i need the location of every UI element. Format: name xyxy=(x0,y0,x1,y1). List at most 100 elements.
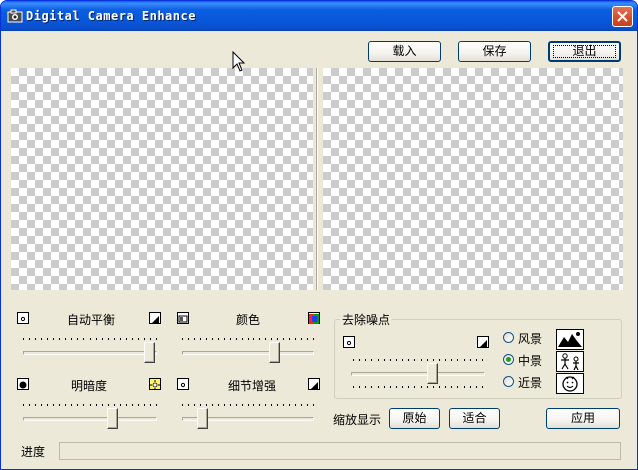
tick-mark xyxy=(144,338,145,340)
tick-mark xyxy=(224,338,225,340)
title-bar[interactable]: Digital Camera Enhance xyxy=(1,1,637,31)
landscape-icon[interactable] xyxy=(556,329,584,350)
tick-mark xyxy=(83,404,84,406)
tick-mark xyxy=(218,338,219,340)
tick-mark xyxy=(71,338,72,340)
save-button[interactable]: 保存 xyxy=(458,41,531,62)
color-track[interactable] xyxy=(182,351,314,355)
closeup-radio[interactable] xyxy=(503,376,514,387)
tick-mark xyxy=(253,338,254,340)
tick-mark xyxy=(283,338,284,340)
denoise-slider[interactable] xyxy=(427,363,439,384)
tick-mark xyxy=(470,359,471,361)
brightness-label: 明暗度 xyxy=(71,379,108,393)
tick-mark xyxy=(482,386,483,388)
brightness-track[interactable] xyxy=(23,417,157,421)
close-icon xyxy=(617,11,628,22)
tick-mark xyxy=(90,404,91,406)
brightness-min-icon xyxy=(17,378,29,390)
tick-mark xyxy=(378,359,379,361)
tick-mark xyxy=(295,404,296,406)
face-icon[interactable] xyxy=(556,373,584,394)
tick-mark xyxy=(378,386,379,388)
tick-mark xyxy=(259,404,260,406)
tick-mark xyxy=(433,386,434,388)
tick-mark xyxy=(144,404,145,406)
tick-mark xyxy=(120,338,121,340)
tick-mark xyxy=(126,404,127,406)
landscape-radio[interactable] xyxy=(503,332,514,343)
detail-enhance-slider[interactable] xyxy=(196,408,208,429)
tick-mark xyxy=(53,404,54,406)
tick-mark xyxy=(77,338,78,340)
tick-mark xyxy=(295,338,296,340)
tick-mark xyxy=(236,338,237,340)
tick-mark xyxy=(277,338,278,340)
tick-mark xyxy=(35,338,36,340)
tick-mark xyxy=(138,338,139,340)
tick-mark xyxy=(283,404,284,406)
tick-mark xyxy=(353,386,354,388)
color-ticks-top xyxy=(182,338,314,341)
tick-mark xyxy=(242,338,243,340)
denoise-group-title: 去除噪点 xyxy=(340,311,393,328)
closeup-radio-label[interactable]: 近景 xyxy=(518,374,542,391)
tick-mark xyxy=(371,359,372,361)
people-icon[interactable] xyxy=(556,351,584,372)
close-button[interactable] xyxy=(612,6,633,27)
tick-mark xyxy=(439,386,440,388)
auto-balance-slider[interactable] xyxy=(143,342,155,363)
tick-mark xyxy=(265,404,266,406)
tick-mark xyxy=(396,359,397,361)
auto-balance-track[interactable] xyxy=(23,351,157,355)
load-button[interactable]: 载入 xyxy=(368,41,441,62)
tick-mark xyxy=(390,359,391,361)
zoom-fit-label: 适合 xyxy=(462,411,487,425)
tick-mark xyxy=(433,359,434,361)
enhanced-image-pane[interactable] xyxy=(323,68,623,290)
tick-mark xyxy=(212,338,213,340)
midrange-radio[interactable] xyxy=(503,354,514,365)
apply-button[interactable]: 应用 xyxy=(546,408,620,429)
original-image-pane[interactable] xyxy=(11,68,313,290)
exit-button[interactable]: 退出 xyxy=(548,41,621,62)
detail-min-icon xyxy=(177,378,189,390)
auto-balance-ticks-top xyxy=(23,338,157,341)
brightness-slider[interactable] xyxy=(106,408,118,429)
zoom-fit-button[interactable]: 适合 xyxy=(449,408,500,429)
window-title: Digital Camera Enhance xyxy=(26,9,196,23)
tick-mark xyxy=(248,338,249,340)
tick-mark xyxy=(230,338,231,340)
tick-mark xyxy=(59,404,60,406)
tick-mark xyxy=(53,338,54,340)
tick-mark xyxy=(451,386,452,388)
tick-mark xyxy=(41,338,42,340)
tick-mark xyxy=(77,404,78,406)
tick-mark xyxy=(47,404,48,406)
brightness-ticks-top xyxy=(23,404,157,407)
tick-mark xyxy=(464,386,465,388)
tick-mark xyxy=(230,404,231,406)
pane-divider xyxy=(316,68,318,290)
tick-mark xyxy=(414,386,415,388)
tick-mark xyxy=(242,404,243,406)
tick-mark xyxy=(482,359,483,361)
tick-mark xyxy=(41,404,42,406)
auto-balance-label: 自动平衡 xyxy=(67,313,116,327)
tick-mark xyxy=(476,359,477,361)
midrange-radio-label[interactable]: 中景 xyxy=(518,352,542,369)
tick-mark xyxy=(365,359,366,361)
tick-mark xyxy=(65,338,66,340)
apply-button-label: 应用 xyxy=(570,411,595,425)
landscape-radio-label[interactable]: 风景 xyxy=(518,330,542,347)
zoom-original-button[interactable]: 原始 xyxy=(389,408,440,429)
tick-mark xyxy=(427,386,428,388)
app-window: Digital Camera Enhance 载入 保存 退出 自动平衡 颜色 xyxy=(0,0,638,470)
tick-mark xyxy=(457,386,458,388)
tick-mark xyxy=(253,404,254,406)
denoise-track[interactable] xyxy=(351,372,485,376)
tick-mark xyxy=(23,338,24,340)
tick-mark xyxy=(271,338,272,340)
camera-app-icon xyxy=(7,8,23,24)
color-slider[interactable] xyxy=(269,342,281,363)
